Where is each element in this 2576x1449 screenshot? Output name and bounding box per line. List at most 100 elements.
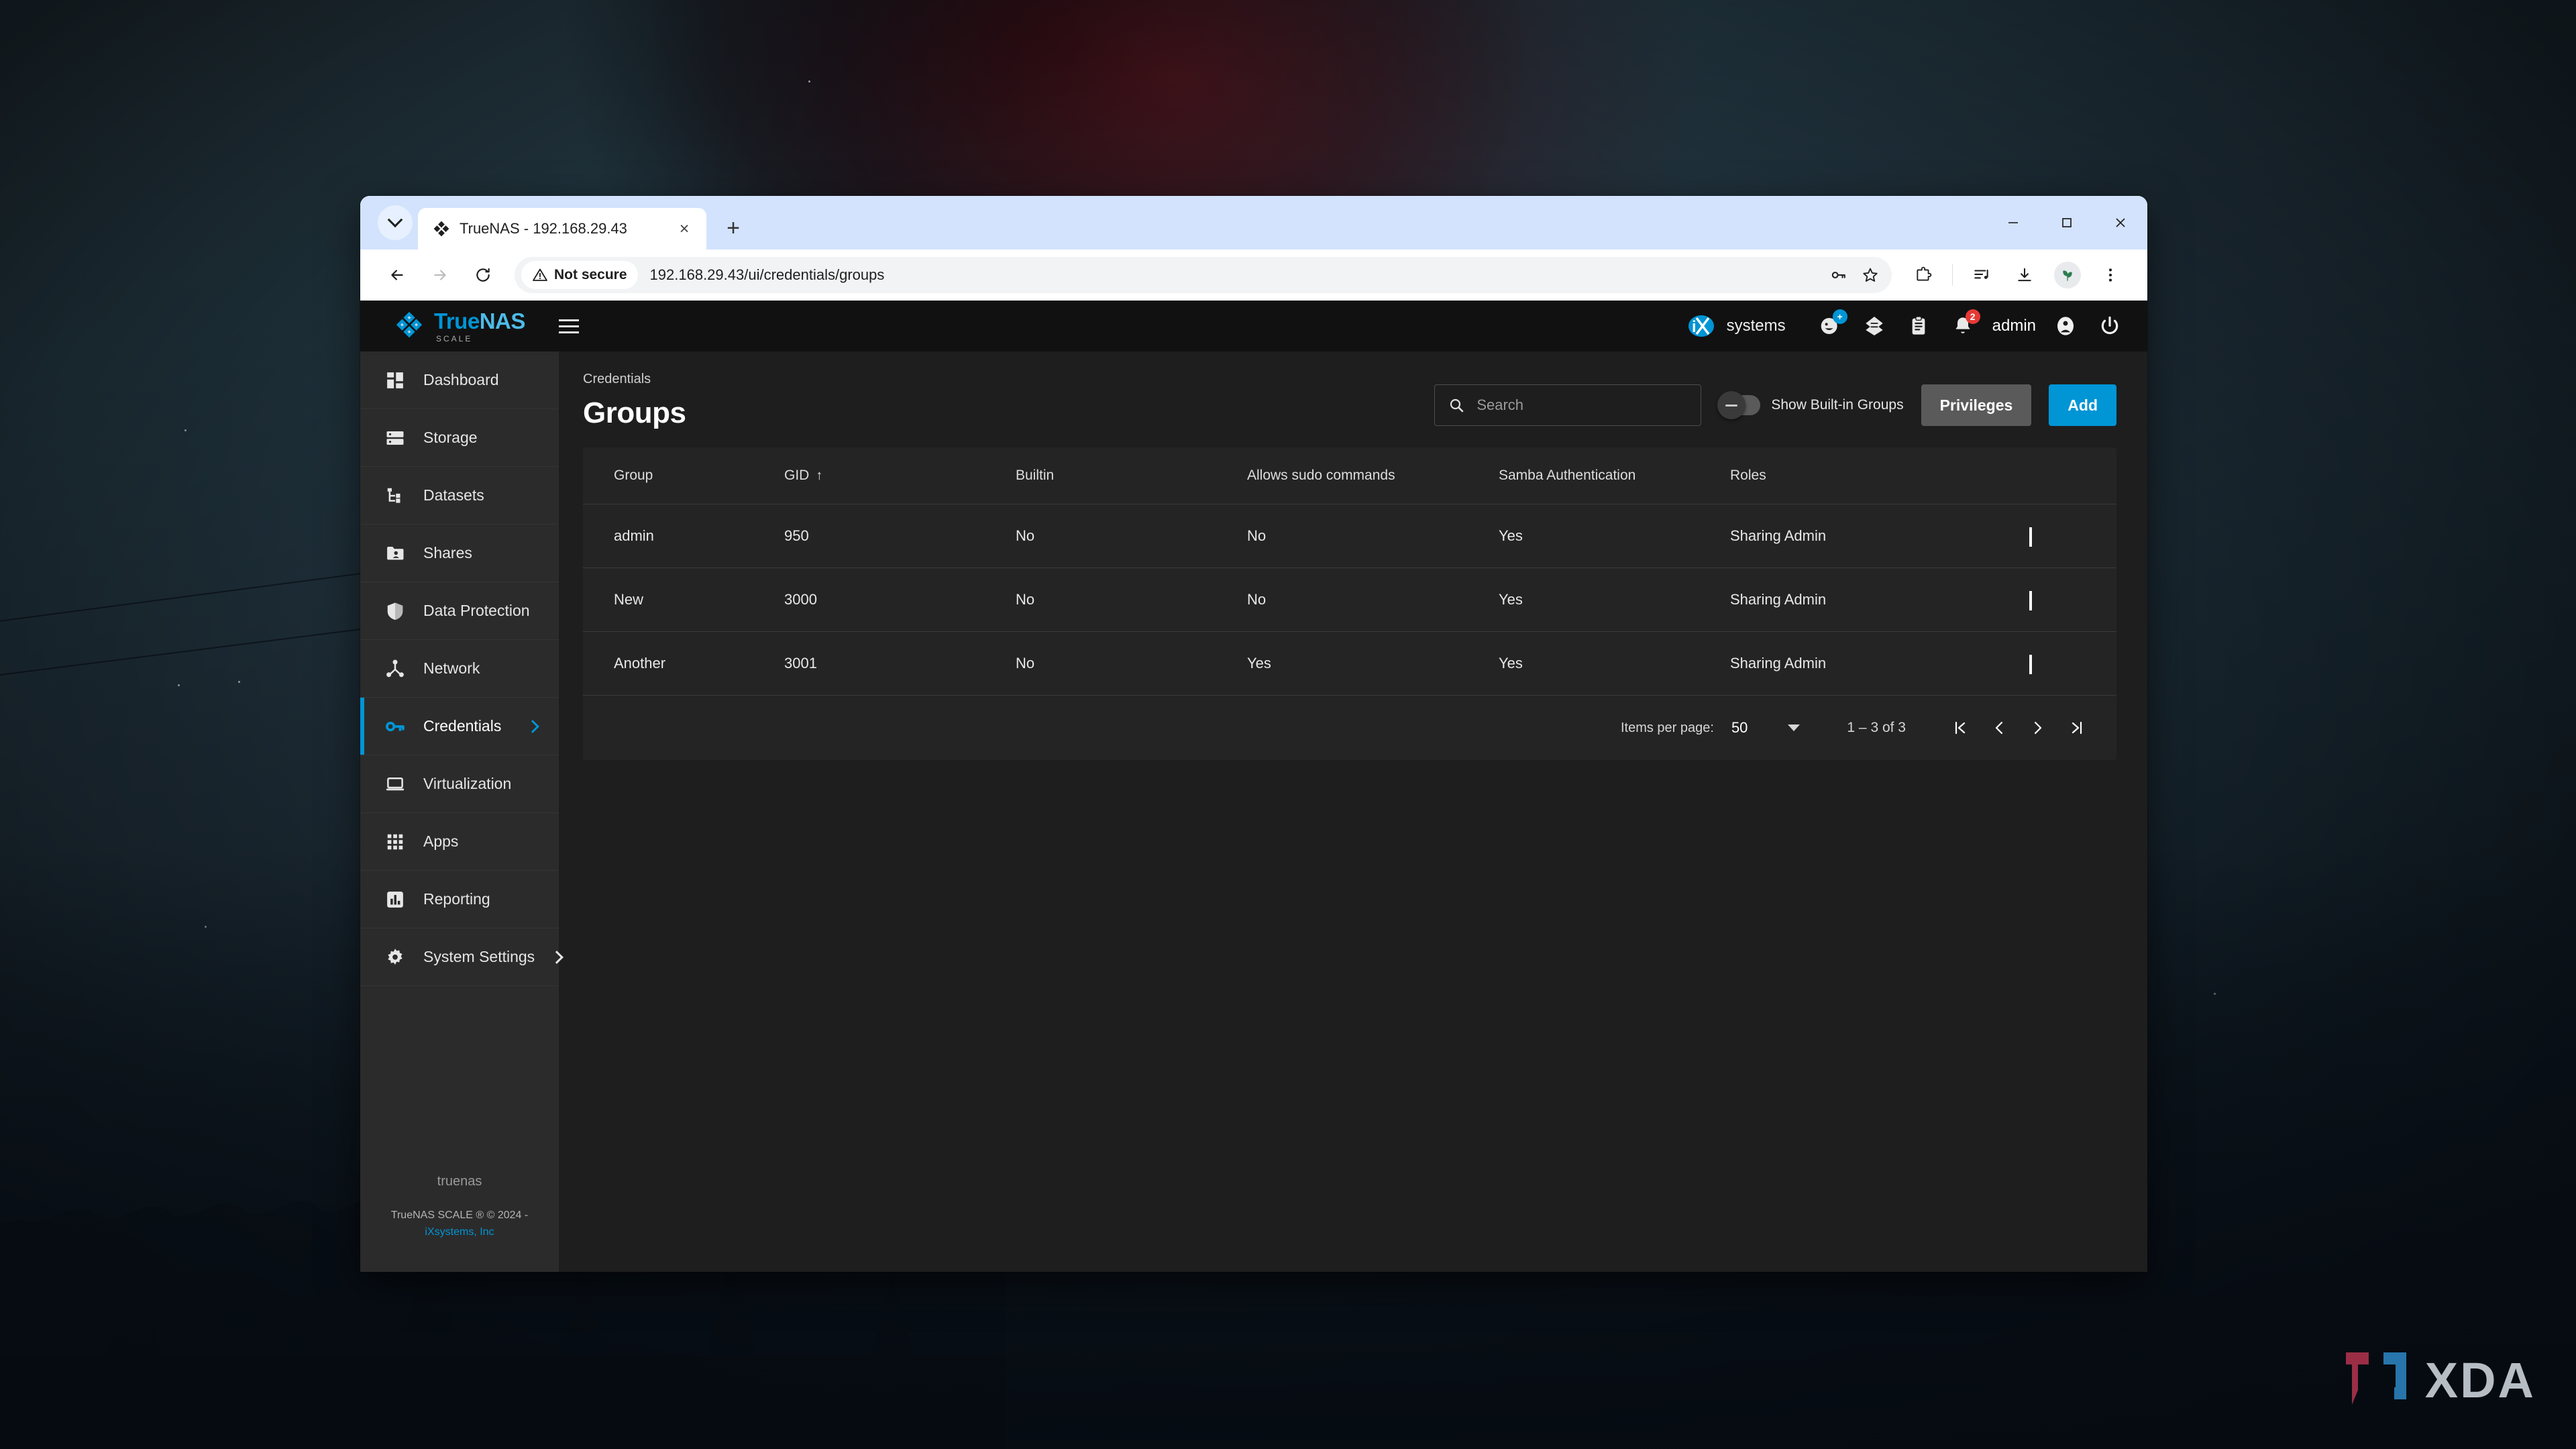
sidebar-item-network[interactable]: Network (360, 640, 559, 698)
cell-group: admin (583, 504, 784, 568)
previous-page-button[interactable] (1980, 708, 2019, 747)
page-header: Credentials Groups (583, 372, 2116, 447)
sidebar-item-virtualization[interactable]: Virtualization (360, 755, 559, 813)
browser-tab[interactable]: TrueNAS - 192.168.29.43 × (418, 208, 706, 250)
add-group-button[interactable]: Add (2049, 384, 2116, 426)
search-box[interactable] (1434, 384, 1701, 426)
sidebar-item-reporting[interactable]: Reporting (360, 871, 559, 928)
next-page-icon (2030, 720, 2046, 736)
items-per-page-select[interactable]: 50 (1731, 719, 1800, 737)
ixsystems-company-link[interactable]: iXsystems, Inc (425, 1226, 494, 1238)
browser-forward-button[interactable] (421, 256, 460, 294)
window-minimize-button[interactable] (1986, 196, 2040, 250)
app-sidebar: Dashboard Storage Datase (360, 352, 559, 1272)
tab-close-icon[interactable]: × (673, 217, 696, 240)
next-page-button[interactable] (2019, 708, 2057, 747)
sidebar-item-storage[interactable]: Storage (360, 409, 559, 467)
column-header-allows-sudo[interactable]: Allows sudo commands (1247, 447, 1499, 504)
cell-roles: Sharing Admin (1730, 568, 2029, 632)
cell-expand[interactable] (2029, 504, 2116, 568)
sidebar-item-apps[interactable]: Apps (360, 813, 559, 871)
browser-menu-button[interactable] (2091, 256, 2130, 294)
sidebar-item-shares[interactable]: Shares (360, 525, 559, 582)
toggle-label: Show Built-in Groups (1771, 397, 1903, 413)
window-maximize-button[interactable] (2040, 196, 2094, 250)
truenas-brand[interactable]: TrueNAS SCALE (360, 310, 559, 343)
cell-roles: Sharing Admin (1730, 504, 2029, 568)
sidebar-label: Network (423, 659, 541, 678)
site-security-label: Not secure (554, 267, 627, 283)
items-per-page-label: Items per page: (1621, 720, 1714, 736)
sidebar-item-datasets[interactable]: Datasets (360, 467, 559, 525)
last-page-button[interactable] (2057, 708, 2096, 747)
xda-wordmark: XDA (2425, 1356, 2536, 1405)
sidebar-label: Storage (423, 429, 541, 447)
search-icon (1448, 397, 1464, 413)
tab-search-chevron-down-icon[interactable] (378, 205, 413, 240)
downloads-button[interactable] (2005, 256, 2044, 294)
sidebar-label: Data Protection (423, 602, 541, 620)
table-row[interactable]: Another 3001 No Yes Yes Sharing Admin (583, 632, 2116, 696)
first-page-button[interactable] (1941, 708, 1980, 747)
toolbar-divider (1952, 264, 1953, 286)
cell-sudo: No (1247, 568, 1499, 632)
brand-name-nas: NAS (480, 309, 525, 333)
column-label: Samba Authentication (1499, 468, 1635, 483)
ixsystems-wordmark: systems (1727, 317, 1786, 335)
sidebar-item-credentials[interactable]: Credentials (360, 698, 559, 755)
search-input[interactable] (1477, 396, 1687, 414)
address-bar[interactable]: Not secure 192.168.29.43/ui/credentials/… (515, 257, 1892, 293)
topbar-notifications-button[interactable]: 2 (1948, 311, 1978, 341)
breadcrumb[interactable]: Credentials (583, 372, 686, 387)
cell-roles: Sharing Admin (1730, 632, 2029, 696)
key-icon (384, 716, 406, 737)
page-actions: Show Built-in Groups Privileges Add (1434, 384, 2116, 430)
save-password-button[interactable] (1822, 259, 1854, 291)
column-label: Builtin (1016, 468, 1054, 483)
column-header-roles[interactable]: Roles (1730, 447, 2029, 504)
table-row[interactable]: admin 950 No No Yes Sharing Admin (583, 504, 2116, 568)
site-security-indicator[interactable]: Not secure (521, 261, 638, 289)
new-tab-button[interactable]: + (716, 211, 751, 246)
window-close-button[interactable] (2094, 196, 2147, 250)
cell-builtin: No (1016, 504, 1247, 568)
table-header: Group GID↑ Builtin Allows sudo commands … (583, 447, 2116, 504)
hamburger-menu-icon (559, 325, 579, 327)
ixsystems-logo[interactable]: i systems (1688, 313, 1786, 339)
groups-table: Group GID↑ Builtin Allows sudo commands … (583, 447, 2116, 696)
sidebar-label: Datasets (423, 486, 541, 504)
sidebar-item-data-protection[interactable]: Data Protection (360, 582, 559, 640)
sidebar-toggle-button[interactable] (559, 309, 594, 343)
cell-expand[interactable] (2029, 632, 2116, 696)
topbar-jobs-button[interactable] (1904, 311, 1933, 341)
browser-reload-button[interactable] (464, 256, 502, 294)
clipboard-jobs-icon (1908, 315, 1929, 337)
sidebar-label: Shares (423, 544, 541, 562)
table-body: admin 950 No No Yes Sharing Admin New (583, 504, 2116, 696)
cell-group: New (583, 568, 784, 632)
topbar-user-add-button[interactable]: + (1815, 311, 1845, 341)
topbar-truecommand-button[interactable] (1860, 311, 1889, 341)
truenas-brand-subtitle: SCALE (434, 335, 525, 343)
table-row[interactable]: New 3000 No No Yes Sharing Admin (583, 568, 2116, 632)
browser-back-button[interactable] (378, 256, 417, 294)
sidebar-item-system-settings[interactable]: System Settings (360, 928, 559, 986)
show-builtin-groups-toggle[interactable]: Show Built-in Groups (1719, 395, 1903, 415)
browser-profile-button[interactable] (2048, 256, 2087, 294)
cell-expand[interactable] (2029, 568, 2116, 632)
column-header-samba-auth[interactable]: Samba Authentication (1499, 447, 1730, 504)
laptop-icon (384, 773, 406, 795)
account-circle-icon (2055, 315, 2076, 337)
bookmark-button[interactable] (1854, 259, 1886, 291)
extensions-button[interactable] (1904, 256, 1943, 294)
column-header-group[interactable]: Group (583, 447, 784, 504)
topbar-account-button[interactable] (2051, 311, 2080, 341)
column-header-gid[interactable]: GID↑ (784, 447, 1016, 504)
topbar-power-button[interactable] (2095, 311, 2125, 341)
cell-group: Another (583, 632, 784, 696)
sidebar-item-dashboard[interactable]: Dashboard (360, 352, 559, 409)
privileges-button[interactable]: Privileges (1921, 384, 2032, 426)
media-control-button[interactable] (1962, 256, 2001, 294)
topbar-username: admin (1992, 317, 2036, 335)
column-header-builtin[interactable]: Builtin (1016, 447, 1247, 504)
